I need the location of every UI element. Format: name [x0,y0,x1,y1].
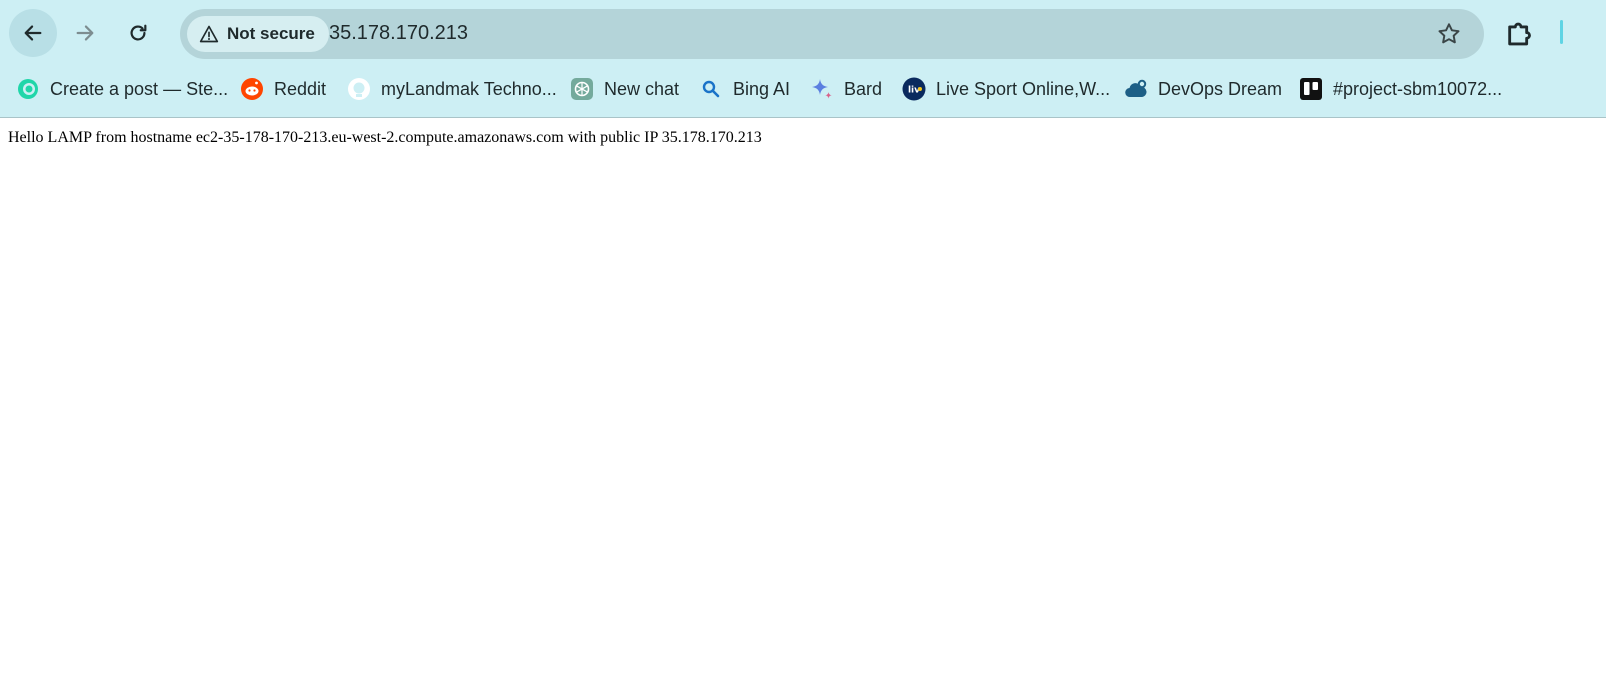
cloud-gear-icon [1124,77,1148,101]
bookmark-mylandmak[interactable]: myLandmak Techno... [347,72,557,106]
security-label: Not secure [227,24,315,43]
search-icon [699,77,723,101]
arrow-right-icon [76,25,94,41]
browser-chrome: Not secure 35.178.170.213 Create a post … [0,0,1606,118]
star-icon [1438,23,1460,44]
openai-icon [570,77,594,101]
forward-button[interactable] [61,9,109,57]
trello-icon [1299,77,1323,101]
bookmark-bard[interactable]: Bard [810,72,882,106]
bookmark-label: Bing AI [733,78,791,99]
bookmark-label: #project-sbm10072... [1333,78,1503,99]
bookmark-devops-dream[interactable]: DevOps Dream [1124,72,1282,106]
arrow-left-icon [24,25,42,41]
browser-toolbar: Not secure 35.178.170.213 [0,0,1606,66]
bookmark-reddit[interactable]: Reddit [240,72,326,106]
svg-text:liv: liv [908,86,920,96]
bookmark-star-button[interactable] [1436,21,1462,52]
bookmark-label: New chat [604,78,680,99]
bookmark-label: Live Sport Online,W... [936,78,1111,99]
live-icon: liv [902,77,926,101]
puzzle-icon [1508,22,1531,46]
page-content: Hello LAMP from hostname ec2-35-178-170-… [8,129,762,147]
bookmark-label: Bard [844,78,883,99]
extensions-button[interactable] [1504,17,1538,56]
bookmark-bing-ai[interactable]: Bing AI [699,72,790,106]
toolbar-edge-indicator [1560,20,1563,44]
bookmarks-bar: Create a post — Ste... Reddit myLandmak … [0,66,1606,112]
github-icon [347,77,371,101]
bookmark-new-chat[interactable]: New chat [570,72,679,106]
bookmark-label: myLandmak Techno... [381,78,557,99]
bookmark-live-sport[interactable]: liv Live Sport Online,W... [902,72,1110,106]
site-info-chip[interactable]: Not secure [187,16,329,52]
reddit-icon [240,77,264,101]
address-bar[interactable]: Not secure 35.178.170.213 [180,9,1484,59]
url-text[interactable]: 35.178.170.213 [329,22,468,45]
reload-icon [130,24,147,41]
reload-button[interactable] [114,9,162,57]
bookmark-label: Create a post — Ste... [50,78,229,99]
bookmark-project-sbm[interactable]: #project-sbm10072... [1299,72,1502,106]
back-button[interactable] [9,9,57,57]
bookmark-create-post[interactable]: Create a post — Ste... [16,72,228,106]
bookmark-label: Reddit [274,78,327,99]
steemit-icon [16,77,40,101]
page-message: Hello LAMP from hostname ec2-35-178-170-… [8,129,762,146]
sparkle-icon [810,77,834,101]
bookmark-label: DevOps Dream [1158,78,1283,99]
warning-icon [199,25,219,43]
